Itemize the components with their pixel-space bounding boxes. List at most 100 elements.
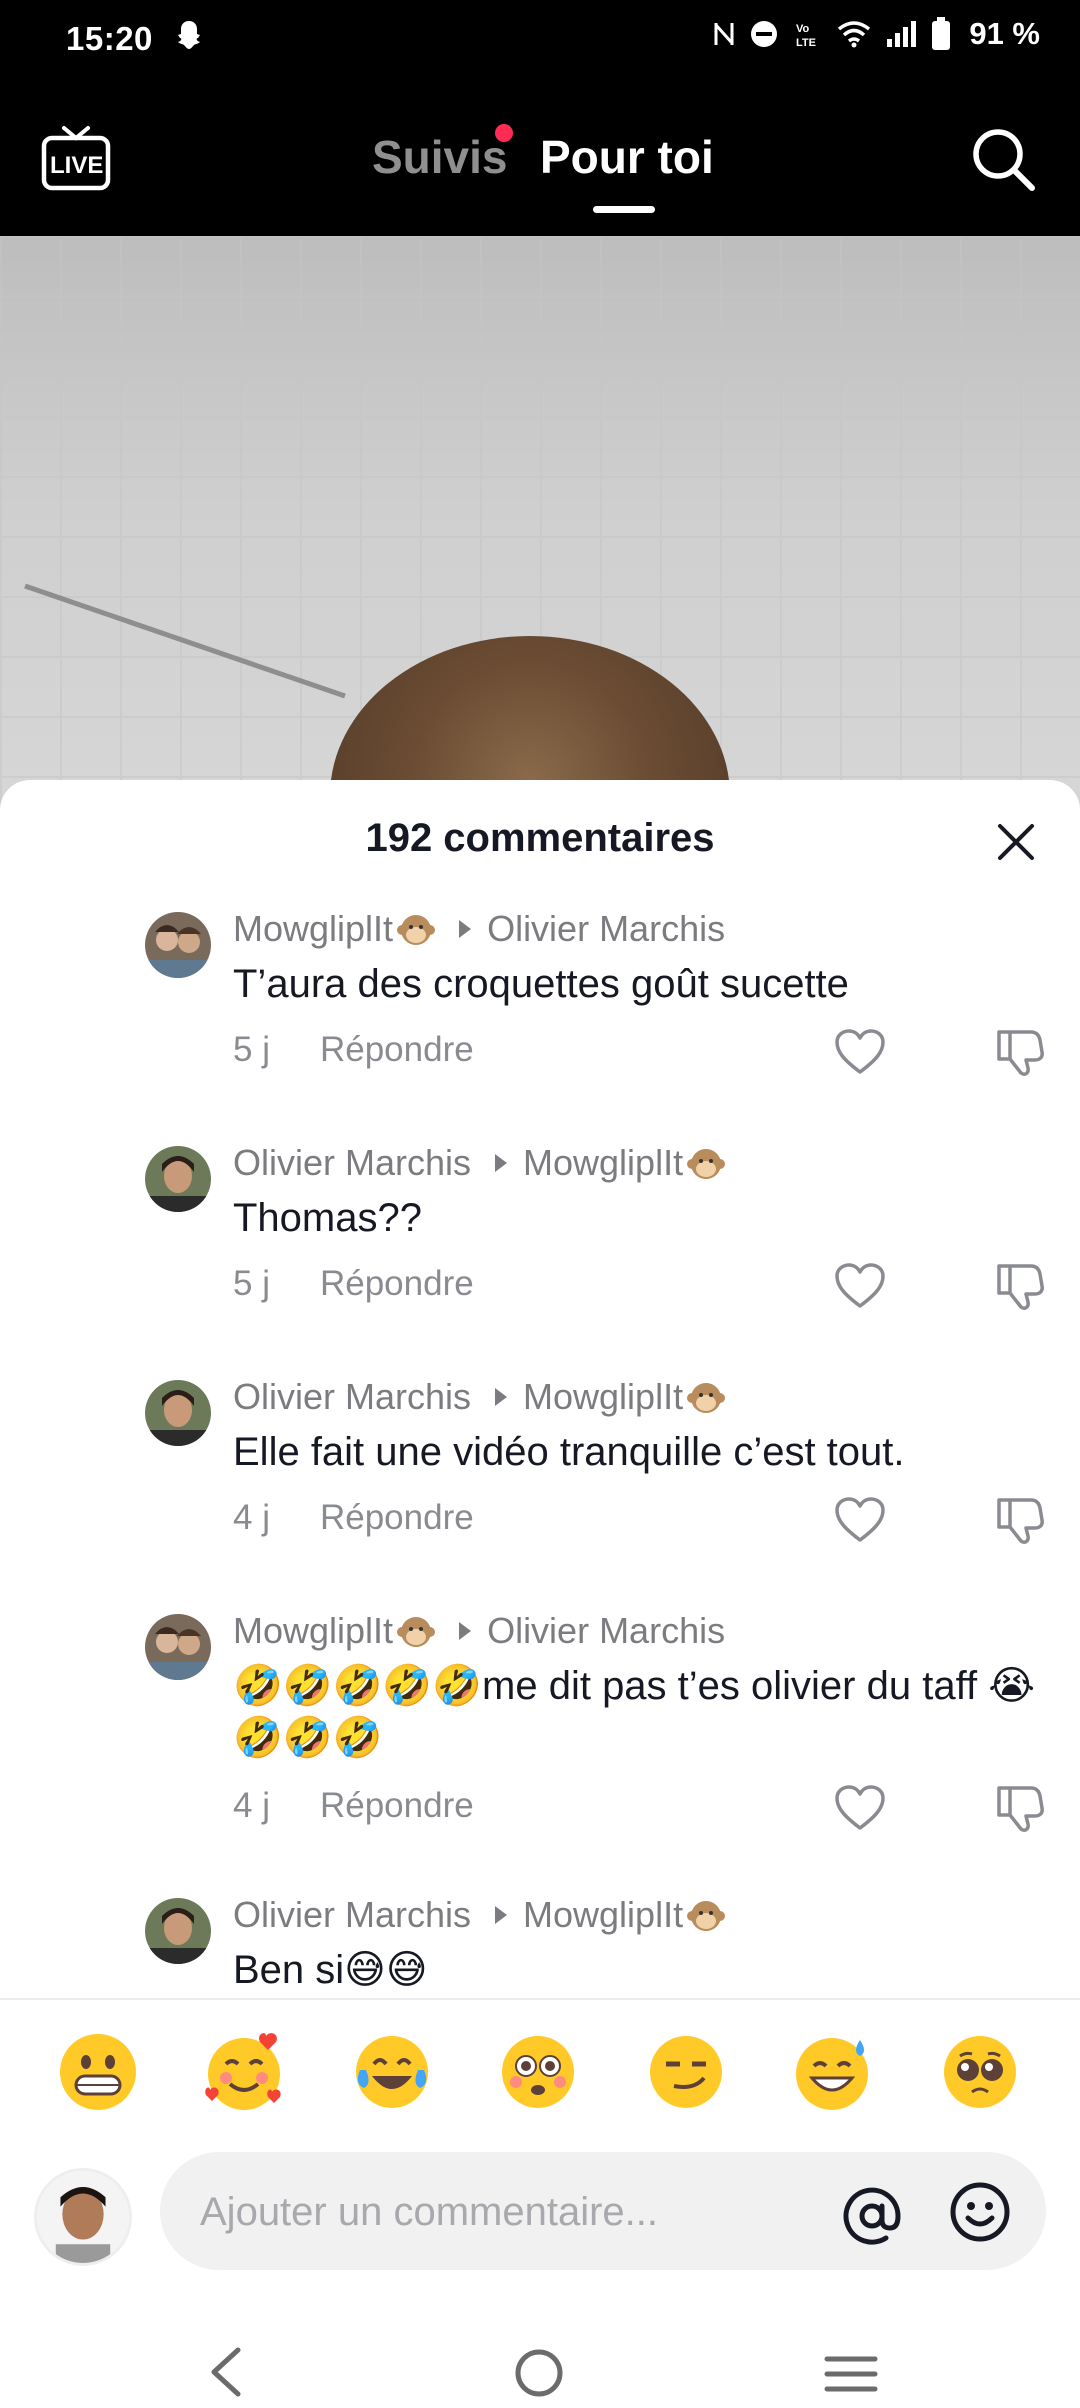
smirking-face-icon[interactable] xyxy=(644,2030,728,2114)
svg-text:Vo: Vo xyxy=(796,23,810,35)
reply-arrow-icon xyxy=(495,1154,508,1172)
comment-names: Olivier Marchis MowgliplIt xyxy=(233,1142,726,1184)
snapchat-icon xyxy=(178,21,200,49)
comment-reply-to[interactable]: MowgliplIt xyxy=(523,1376,683,1418)
dislike-icon[interactable] xyxy=(993,1494,1045,1546)
reply-button[interactable]: Répondre xyxy=(320,1786,474,1825)
nfc-icon xyxy=(714,23,734,45)
comment-names: MowgliplIt Olivier Marchis xyxy=(233,1610,725,1652)
comment-author[interactable]: MowgliplIt xyxy=(233,908,393,950)
comment-names: Olivier Marchis MowgliplIt xyxy=(233,1376,726,1418)
video-player[interactable] xyxy=(0,236,1080,836)
smiling-face-with-hearts-icon[interactable] xyxy=(202,2030,286,2114)
wifi-icon xyxy=(838,21,871,48)
comment-input-placeholder: Ajouter un commentaire... xyxy=(200,2190,658,2234)
comment-reply-to[interactable]: Olivier Marchis xyxy=(487,908,725,950)
status-icons: Vo LTE 91 % xyxy=(713,16,1040,52)
dislike-icon[interactable] xyxy=(993,1026,1045,1078)
reply-button[interactable]: Répondre xyxy=(320,1498,474,1537)
avatar[interactable] xyxy=(145,1614,211,1680)
emoji-quick-bar xyxy=(0,2030,1080,2120)
status-bar: 15:20 Vo LTE 91 % xyxy=(0,0,1080,78)
close-icon[interactable] xyxy=(996,822,1036,862)
comment-meta: 5 j Répondre xyxy=(233,1264,474,1304)
comment-reply-to[interactable]: MowgliplIt xyxy=(523,1142,683,1184)
monkey-face-icon xyxy=(687,1901,726,1931)
avatar[interactable] xyxy=(145,1898,211,1964)
comment-time: 4 j xyxy=(233,1498,270,1537)
avatar[interactable] xyxy=(145,1380,211,1446)
flushed-face-icon[interactable] xyxy=(496,2030,580,2114)
emoji-picker-icon[interactable] xyxy=(948,2180,1012,2244)
video-shower-rail xyxy=(24,583,346,699)
comment-reply-to[interactable]: Olivier Marchis xyxy=(487,1610,725,1652)
avatar[interactable] xyxy=(145,1146,211,1212)
comment-text: Thomas?? xyxy=(233,1196,422,1240)
my-avatar[interactable] xyxy=(34,2168,132,2266)
comment-author[interactable]: Olivier Marchis xyxy=(233,1142,471,1184)
reply-arrow-icon xyxy=(459,920,472,938)
reply-arrow-icon xyxy=(495,1906,508,1924)
search-icon[interactable] xyxy=(970,126,1036,192)
comment-item: Olivier Marchis MowgliplIt Elle fait une… xyxy=(0,1376,1080,1576)
comment-item: Olivier Marchis MowgliplIt Ben si😅😅 xyxy=(0,1894,1080,1998)
battery-icon xyxy=(932,17,951,50)
dnd-icon xyxy=(751,21,778,47)
comment-author[interactable]: MowgliplIt xyxy=(233,1610,393,1652)
home-icon[interactable] xyxy=(514,2348,564,2398)
divider xyxy=(0,1998,1080,2000)
comment-item: Olivier Marchis MowgliplIt Thomas?? 5 j R… xyxy=(0,1142,1080,1342)
recents-icon[interactable] xyxy=(824,2354,878,2394)
comments-count-title: 192 commentaires xyxy=(365,816,715,860)
svg-text:LTE: LTE xyxy=(796,37,816,49)
comment-meta: 4 j Répondre xyxy=(233,1786,474,1826)
monkey-face-icon xyxy=(687,1383,726,1413)
grinning-face-with-sweat-icon[interactable] xyxy=(790,2030,874,2114)
tab-following[interactable]: Suivis xyxy=(372,130,508,184)
comment-text: 🤣🤣🤣🤣🤣me dit pas t’es olivier du taff 😭🤣🤣… xyxy=(233,1664,1035,1760)
comment-input[interactable]: Ajouter un commentaire... xyxy=(160,2152,1046,2270)
dislike-icon[interactable] xyxy=(993,1782,1045,1834)
heart-icon[interactable] xyxy=(834,1784,886,1832)
comment-author[interactable]: Olivier Marchis xyxy=(233,1894,471,1936)
active-tab-underline xyxy=(593,206,655,213)
monkey-face-icon xyxy=(687,1149,726,1179)
pleading-face-icon[interactable] xyxy=(938,2030,1022,2114)
top-nav: LIVE Suivis Pour toi xyxy=(0,78,1080,236)
heart-icon[interactable] xyxy=(834,1028,886,1076)
reply-button[interactable]: Répondre xyxy=(320,1264,474,1303)
monkey-face-icon xyxy=(397,1617,436,1647)
mention-icon[interactable] xyxy=(840,2184,904,2248)
back-icon[interactable] xyxy=(206,2346,246,2398)
heart-icon[interactable] xyxy=(834,1496,886,1544)
reply-button[interactable]: Répondre xyxy=(320,1030,474,1069)
heart-icon[interactable] xyxy=(834,1262,886,1310)
comment-time: 5 j xyxy=(233,1264,270,1303)
comment-meta: 4 j Répondre xyxy=(233,1498,474,1538)
comment-time: 4 j xyxy=(233,1786,270,1825)
volte-icon: Vo LTE xyxy=(796,23,816,49)
comment-time: 5 j xyxy=(233,1030,270,1069)
comment-item: MowgliplIt Olivier Marchis T’aura des cr… xyxy=(0,908,1080,1108)
reply-arrow-icon xyxy=(459,1622,472,1640)
status-time: 15:20 xyxy=(66,20,153,57)
comment-item: MowgliplIt Olivier Marchis 🤣🤣🤣🤣🤣me dit p… xyxy=(0,1610,1080,1870)
comment-text: T’aura des croquettes goût sucette xyxy=(233,962,849,1006)
live-icon[interactable]: LIVE xyxy=(40,124,112,194)
system-nav-bar xyxy=(0,2300,1080,2408)
comment-text: Elle fait une vidéo tranquille c’est tou… xyxy=(233,1430,905,1474)
face-with-tears-of-joy-icon[interactable] xyxy=(350,2030,434,2114)
svg-text:LIVE: LIVE xyxy=(50,152,103,179)
avatar[interactable] xyxy=(145,912,211,978)
comment-author[interactable]: Olivier Marchis xyxy=(233,1376,471,1418)
comment-meta: 5 j Répondre xyxy=(233,1030,474,1070)
battery-percent: 91 % xyxy=(969,16,1040,51)
grinning-face-icon[interactable] xyxy=(56,2030,140,2114)
dislike-icon[interactable] xyxy=(993,1260,1045,1312)
comment-names: MowgliplIt Olivier Marchis xyxy=(233,908,725,950)
comment-reply-to[interactable]: MowgliplIt xyxy=(523,1894,683,1936)
comment-names: Olivier Marchis MowgliplIt xyxy=(233,1894,726,1936)
reply-arrow-icon xyxy=(495,1388,508,1406)
monkey-face-icon xyxy=(397,915,436,945)
tab-for-you[interactable]: Pour toi xyxy=(540,130,714,184)
